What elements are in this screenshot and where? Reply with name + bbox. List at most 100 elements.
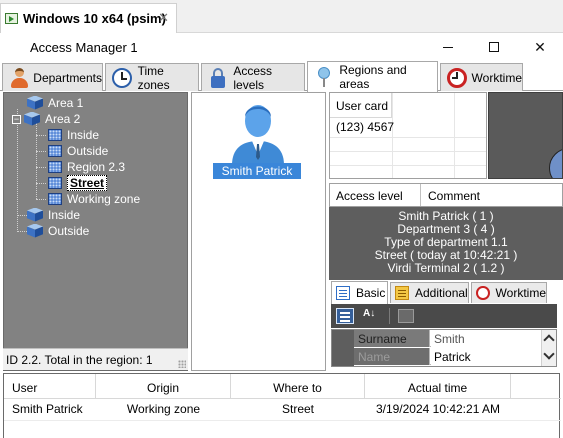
close-button[interactable]: ✕: [517, 33, 563, 61]
info-details: Smith Patrick ( 1 ) Department 3 ( 4 ) T…: [329, 207, 563, 280]
tree-item-outside-area[interactable]: Outside: [27, 223, 89, 239]
tab-label: Regions and areas: [339, 63, 407, 91]
user-card-header: User card: [330, 93, 392, 118]
person-icon: [8, 67, 28, 89]
tree-item-label: Inside: [67, 128, 100, 142]
tab-basic[interactable]: Basic: [331, 281, 388, 304]
property-value[interactable]: Patrick: [431, 348, 541, 365]
tree-status-text: ID 2.2. Total in the region: 1: [6, 353, 153, 367]
column-access-level[interactable]: Access level: [336, 189, 403, 203]
collapse-icon[interactable]: −: [12, 114, 21, 124]
region-tree[interactable]: Area 1 − Area 2 Inside Outside Region 2.…: [3, 92, 188, 371]
tree-item-label: Area 2: [45, 112, 81, 126]
vm-icon: [5, 13, 18, 24]
person-name-label[interactable]: Smith Patrick: [213, 163, 301, 179]
clock-icon: [111, 67, 133, 89]
user-card-table: User card (123) 4567: [329, 92, 487, 179]
column-actual-time[interactable]: Actual time: [365, 374, 511, 399]
tree-item-area-2[interactable]: − Area 2: [12, 111, 80, 127]
categorized-icon[interactable]: [336, 308, 354, 324]
vm-tab[interactable]: Windows 10 x64 (psim) ✕: [0, 3, 177, 33]
tab-time-zones[interactable]: Time zones: [105, 63, 199, 92]
tree-item-working-zone[interactable]: Working zone: [48, 191, 140, 207]
tree-item-label: Working zone: [67, 192, 141, 206]
property-key: Surname: [354, 330, 430, 347]
event-where-to: Street: [281, 402, 314, 416]
minimize-button[interactable]: [425, 33, 471, 61]
tab-label: Access levels: [233, 63, 273, 92]
event-actual-time: 3/19/2024 10:42:21 AM: [375, 402, 501, 416]
column-user[interactable]: User: [4, 374, 96, 399]
tab-label: Basic: [356, 286, 386, 300]
events-table: User Origin Where to Actual time Smith P…: [3, 373, 561, 438]
tab-additional[interactable]: Additional: [390, 282, 469, 303]
area-cube-icon: [27, 223, 43, 239]
property-key: Name: [354, 348, 430, 365]
tab-label: Departments: [33, 70, 102, 85]
vm-tab-close-icon[interactable]: ✕: [158, 10, 169, 26]
column-comment[interactable]: Comment: [428, 189, 480, 203]
tree-item-label: Outside: [67, 144, 109, 158]
tree-item-outside[interactable]: Outside: [48, 143, 108, 159]
tree-item-label: Region 2.3: [67, 160, 126, 174]
area-cube-icon: [27, 207, 43, 223]
tree-item-street[interactable]: Street: [48, 175, 108, 191]
column-where-to[interactable]: Where to: [231, 374, 365, 399]
tree-item-area-1[interactable]: Area 1: [27, 95, 83, 111]
tab-access-levels[interactable]: Access levels: [201, 63, 305, 92]
sort-alphabetical-icon[interactable]: [363, 308, 381, 324]
vm-tab-title: Windows 10 x64 (psim): [23, 11, 166, 26]
property-row[interactable]: Surname Smith: [354, 330, 541, 347]
property-grid-toolbar: [331, 304, 557, 328]
property-scrollbar[interactable]: [541, 330, 556, 366]
info-header: Access level Comment: [329, 183, 563, 207]
list-icon: [336, 286, 350, 300]
property-pages-icon[interactable]: [398, 309, 414, 323]
close-icon: ✕: [534, 38, 546, 55]
app-logo-icon: [10, 41, 22, 53]
tab-label: Time zones: [137, 63, 170, 92]
event-origin: Working zone: [126, 402, 201, 416]
tab-worktime[interactable]: Worktime: [440, 63, 523, 91]
tree-item-inside-area[interactable]: Inside: [27, 207, 80, 223]
info-line: Virdi Terminal 2 ( 1.2 ): [387, 261, 505, 275]
tree-status-bar: ID 2.2. Total in the region: 1: [3, 348, 188, 370]
property-grid: Surname Smith Name Patrick: [331, 329, 557, 367]
tree-item-inside[interactable]: Inside: [48, 127, 99, 143]
alarm-clock-icon: [476, 286, 490, 300]
scroll-up-icon[interactable]: [543, 334, 555, 346]
minimize-icon: [443, 46, 453, 48]
vm-tab-strip: Windows 10 x64 (psim) ✕: [0, 0, 563, 33]
tab-label: Additional: [415, 286, 468, 300]
column-origin[interactable]: Origin: [96, 374, 231, 399]
tab-departments[interactable]: Departments: [2, 63, 103, 91]
notes-icon: [395, 286, 409, 300]
property-value[interactable]: Smith: [431, 330, 541, 347]
zone-icon: [48, 193, 62, 205]
maximize-button[interactable]: [471, 33, 517, 61]
zone-icon: [48, 161, 62, 173]
tab-worktime-detail[interactable]: Worktime: [471, 282, 547, 303]
tab-regions-and-areas[interactable]: Regions and areas: [307, 61, 438, 92]
user-card-value: (123) 4567: [336, 120, 395, 134]
zone-icon: [48, 129, 62, 141]
alarm-clock-icon: [446, 67, 467, 89]
tree-item-label: Area 1: [48, 96, 84, 110]
people-panel: Smith Patrick: [191, 92, 326, 371]
event-user: Smith Patrick: [12, 402, 83, 416]
scroll-down-icon[interactable]: [543, 348, 555, 360]
photo-preview: [488, 92, 563, 179]
photo-shape: [549, 148, 562, 178]
detail-tabs: Basic Additional Worktime: [329, 281, 563, 304]
zone-icon: [48, 145, 62, 157]
main-tabs: Departments Time zones Access levels Reg…: [0, 61, 563, 92]
tree-item-label: Outside: [48, 224, 90, 238]
property-row[interactable]: Name Patrick: [354, 348, 541, 365]
pin-icon: [313, 66, 334, 88]
events-header: User Origin Where to Actual time: [4, 374, 561, 399]
resize-grip-icon[interactable]: [178, 360, 186, 368]
tree-item-region-2-3[interactable]: Region 2.3: [48, 159, 125, 175]
area-cube-icon: [24, 111, 40, 127]
user-avatar-icon[interactable]: [228, 97, 288, 165]
tab-label: Worktime: [495, 286, 546, 300]
